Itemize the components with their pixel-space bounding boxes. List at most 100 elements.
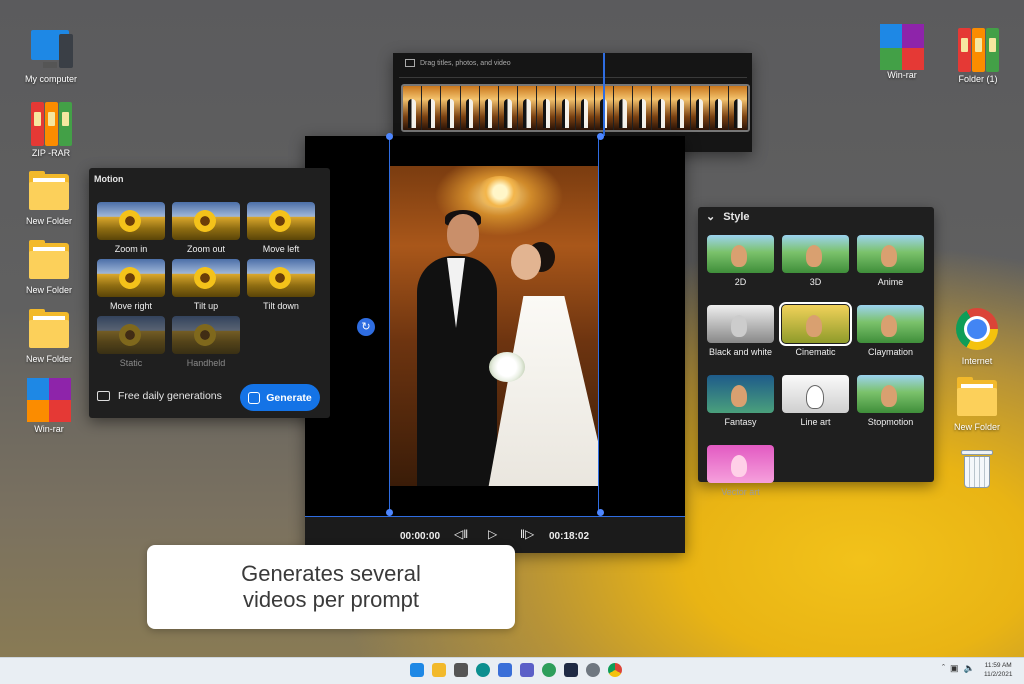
generations-icon xyxy=(97,391,110,401)
winrar-icon xyxy=(27,378,71,422)
step-back-icon[interactable]: ◁‖ xyxy=(454,527,468,541)
free-generations-info: Free daily generations xyxy=(97,390,222,402)
desktop-icon-new-folder-right[interactable]: New Folder xyxy=(939,376,1015,432)
step-forward-icon[interactable]: ‖▷ xyxy=(520,527,534,541)
play-icon[interactable]: ▷ xyxy=(488,527,497,541)
caption-line-2: videos per prompt xyxy=(242,587,420,612)
desktop-icon-label: New Folder xyxy=(25,285,72,295)
style-option-line-art[interactable]: Line art xyxy=(782,375,849,441)
settings-icon[interactable] xyxy=(586,663,600,677)
style-option-cinematic[interactable]: Cinematic xyxy=(779,302,852,371)
video-player: ↻ 00:00:00 ◁‖ ▷ ‖▷ 00:18:02 xyxy=(305,133,685,553)
folder-icon xyxy=(27,170,71,214)
chevron-down-icon: ⌄ xyxy=(706,211,716,223)
motion-option-zoom-out[interactable]: Zoom out xyxy=(172,202,240,254)
desktop-icon-my-computer[interactable]: My computer xyxy=(13,28,89,84)
clock[interactable]: 11:59 AM 11/2/2021 xyxy=(984,661,1012,679)
style-option-label: Anime xyxy=(877,277,904,287)
motion-title: Motion xyxy=(94,174,124,184)
desktop-icon-label: My computer xyxy=(24,74,77,84)
network-icon[interactable]: ▣ xyxy=(950,663,959,674)
style-option-3d[interactable]: 3D xyxy=(782,235,849,301)
clock-time: 11:59 AM xyxy=(984,662,1012,669)
camera-icon[interactable] xyxy=(454,663,468,677)
desktop-icon-zip-rar[interactable]: ZIP -RAR xyxy=(13,100,89,158)
resize-handle-bottom-left[interactable] xyxy=(386,509,393,516)
motion-option-zoom-in[interactable]: Zoom in xyxy=(97,202,165,254)
generate-button[interactable]: Generate xyxy=(240,384,320,411)
folder-icon xyxy=(27,239,71,283)
style-title: Style xyxy=(723,210,750,223)
style-option-claymation[interactable]: Claymation xyxy=(857,305,924,371)
style-thumbnail xyxy=(707,375,774,413)
sunflower-thumbnail xyxy=(172,259,240,297)
rotate-icon[interactable]: ↻ xyxy=(357,318,375,336)
style-thumbnail xyxy=(857,305,924,343)
style-header[interactable]: ⌄ Style xyxy=(706,210,750,224)
desktop-icon-label: Internet xyxy=(961,356,993,366)
desktop-icon-folder-1[interactable]: Folder (1) xyxy=(940,26,1016,84)
track-divider xyxy=(399,77,747,78)
file-explorer-icon[interactable] xyxy=(432,663,446,677)
selection-frame[interactable] xyxy=(389,136,599,512)
total-time: 00:18:02 xyxy=(549,531,590,542)
desktop-icon-new-folder-1[interactable]: New Folder xyxy=(11,170,87,226)
app-icon[interactable] xyxy=(564,663,578,677)
drop-zone[interactable]: Drag titles, photos, and video xyxy=(405,59,511,67)
style-thumbnail xyxy=(857,235,924,273)
style-option-fantasy[interactable]: Fantasy xyxy=(707,375,774,441)
trash-icon xyxy=(961,448,993,488)
style-option-vector-art[interactable]: Vector art xyxy=(707,445,774,511)
sunflower-thumbnail xyxy=(247,259,315,297)
desktop-icon-new-folder-3[interactable]: New Folder xyxy=(11,308,87,364)
sunflower-thumbnail xyxy=(97,259,165,297)
motion-option-static[interactable]: Static xyxy=(97,316,165,368)
style-option-label: Stopmotion xyxy=(867,417,914,427)
style-thumbnail xyxy=(782,235,849,273)
sunflower-thumbnail xyxy=(97,316,165,354)
desktop-icon-label: Win-rar xyxy=(34,424,64,434)
desktop-icon-internet[interactable]: Internet xyxy=(939,308,1015,366)
resize-handle-top-left[interactable] xyxy=(386,133,393,140)
motion-option-label: Zoom in xyxy=(114,244,148,254)
chrome-icon xyxy=(956,308,998,350)
desktop-icon-new-folder-2[interactable]: New Folder xyxy=(11,239,87,295)
resize-handle-top-right[interactable] xyxy=(597,133,604,140)
style-option-stopmotion[interactable]: Stopmotion xyxy=(857,375,924,441)
generate-icon xyxy=(248,391,261,404)
motion-option-tilt-down[interactable]: Tilt down xyxy=(247,259,315,311)
chrome-taskbar-icon[interactable] xyxy=(608,663,622,677)
motion-option-move-right[interactable]: Move right xyxy=(97,259,165,311)
volume-icon[interactable]: 🔈 xyxy=(964,663,975,674)
store-icon[interactable] xyxy=(498,663,512,677)
winrar-icon xyxy=(880,24,924,70)
motion-option-label: Static xyxy=(119,358,143,368)
motion-option-tilt-up[interactable]: Tilt up xyxy=(172,259,240,311)
style-option-black-and-white[interactable]: Black and white xyxy=(707,305,774,371)
teams-icon[interactable] xyxy=(520,663,534,677)
folder-icon xyxy=(27,308,71,352)
desktop-icon-win-rar[interactable]: Win-rar xyxy=(11,378,87,434)
edge-icon[interactable] xyxy=(476,663,490,677)
windows-start-icon[interactable] xyxy=(410,663,424,677)
globe-icon[interactable] xyxy=(542,663,556,677)
motion-option-handheld[interactable]: Handheld xyxy=(172,316,240,368)
style-option-2d[interactable]: 2D xyxy=(707,235,774,301)
desktop-icon-win-rar-right[interactable]: Win-rar xyxy=(864,24,940,80)
chevron-up-icon[interactable]: ˆ xyxy=(942,663,945,674)
style-option-label: Vector art xyxy=(721,487,760,497)
desktop-icon-label: New Folder xyxy=(25,216,72,226)
desktop-icon-recycle-bin[interactable] xyxy=(939,448,1015,488)
resize-handle-bottom-right[interactable] xyxy=(597,509,604,516)
video-clip-track[interactable] xyxy=(401,84,750,132)
motion-option-move-left[interactable]: Move left xyxy=(247,202,315,254)
motion-option-label: Move right xyxy=(109,301,153,311)
style-option-label: 2D xyxy=(734,277,747,287)
motion-option-label: Tilt up xyxy=(193,301,219,311)
motion-option-label: Tilt down xyxy=(263,301,299,311)
sunflower-thumbnail xyxy=(172,316,240,354)
style-thumbnail xyxy=(857,375,924,413)
desktop-icon-label: Win-rar xyxy=(887,70,917,80)
style-thumbnail xyxy=(707,305,774,343)
style-option-anime[interactable]: Anime xyxy=(857,235,924,301)
